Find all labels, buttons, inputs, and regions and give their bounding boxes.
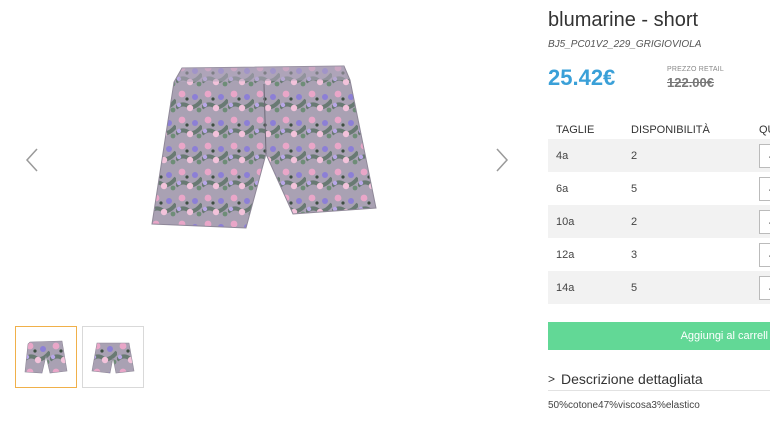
table-row: 10a 2 -	[548, 205, 770, 238]
thumbnail-list	[15, 326, 144, 388]
gallery-prev-button[interactable]	[22, 146, 42, 174]
thumbnail-back-image	[91, 342, 135, 374]
quantity-decrement-button[interactable]: -	[759, 143, 770, 168]
product-title: blumarine - short	[548, 9, 699, 31]
table-row: 4a 2 -	[548, 139, 770, 172]
add-to-cart-button[interactable]: Aggiungi al carrell	[548, 322, 770, 350]
column-header-quantity: QUA	[759, 124, 770, 136]
chevron-right-icon	[496, 148, 509, 172]
product-main-image	[151, 65, 377, 229]
availability-cell: 2	[623, 205, 751, 238]
material-composition: 50%cotone47%viscosa3%elastico	[548, 400, 700, 411]
detailed-description-toggle[interactable]: > Descrizione dettagliata	[548, 368, 770, 391]
gallery-next-button[interactable]	[492, 146, 512, 174]
quantity-decrement-button[interactable]: -	[759, 242, 770, 267]
chevron-right-icon: >	[548, 372, 556, 386]
size-cell: 10a	[548, 205, 623, 238]
detailed-description-label: Descrizione dettagliata	[561, 371, 703, 387]
thumbnail-front-image	[24, 340, 68, 374]
quantity-decrement-button[interactable]: -	[759, 176, 770, 201]
product-sku: BJ5_PC01V2_229_GRIGIOVIOLA	[548, 39, 702, 50]
availability-cell: 5	[623, 271, 751, 304]
size-cell: 12a	[556, 248, 575, 261]
retail-price: 122.00€	[667, 75, 714, 90]
size-cell: 14a	[548, 271, 623, 304]
availability-cell: 2	[623, 139, 751, 172]
thumbnail-front[interactable]	[15, 326, 77, 388]
quantity-decrement-button[interactable]: -	[759, 209, 770, 234]
table-row: 14a 5 -	[548, 271, 770, 304]
table-row: 12a 3 -	[548, 238, 770, 271]
sizes-table: TAGLIE DISPONIBILITÀ QUA 4a 2 - 6a 5 - 1…	[548, 121, 770, 304]
availability-cell: 5	[631, 182, 638, 195]
quantity-decrement-button[interactable]: -	[759, 275, 770, 300]
thumbnail-back[interactable]	[82, 326, 144, 388]
retail-price-label: PREZZO RETAIL	[667, 66, 724, 73]
product-info-panel: blumarine - short BJ5_PC01V2_229_GRIGIOV…	[548, 0, 770, 435]
chevron-left-icon	[25, 148, 38, 172]
product-price: 25.42€	[548, 65, 616, 90]
column-header-size: TAGLIE	[556, 124, 595, 136]
size-cell: 4a	[548, 139, 623, 172]
availability-cell: 3	[631, 248, 638, 261]
column-header-availability: DISPONIBILITÀ	[631, 124, 710, 136]
size-cell: 6a	[556, 182, 569, 195]
sizes-table-header: TAGLIE DISPONIBILITÀ QUA	[548, 121, 770, 139]
table-row: 6a 5 -	[548, 172, 770, 205]
product-gallery	[0, 0, 540, 435]
